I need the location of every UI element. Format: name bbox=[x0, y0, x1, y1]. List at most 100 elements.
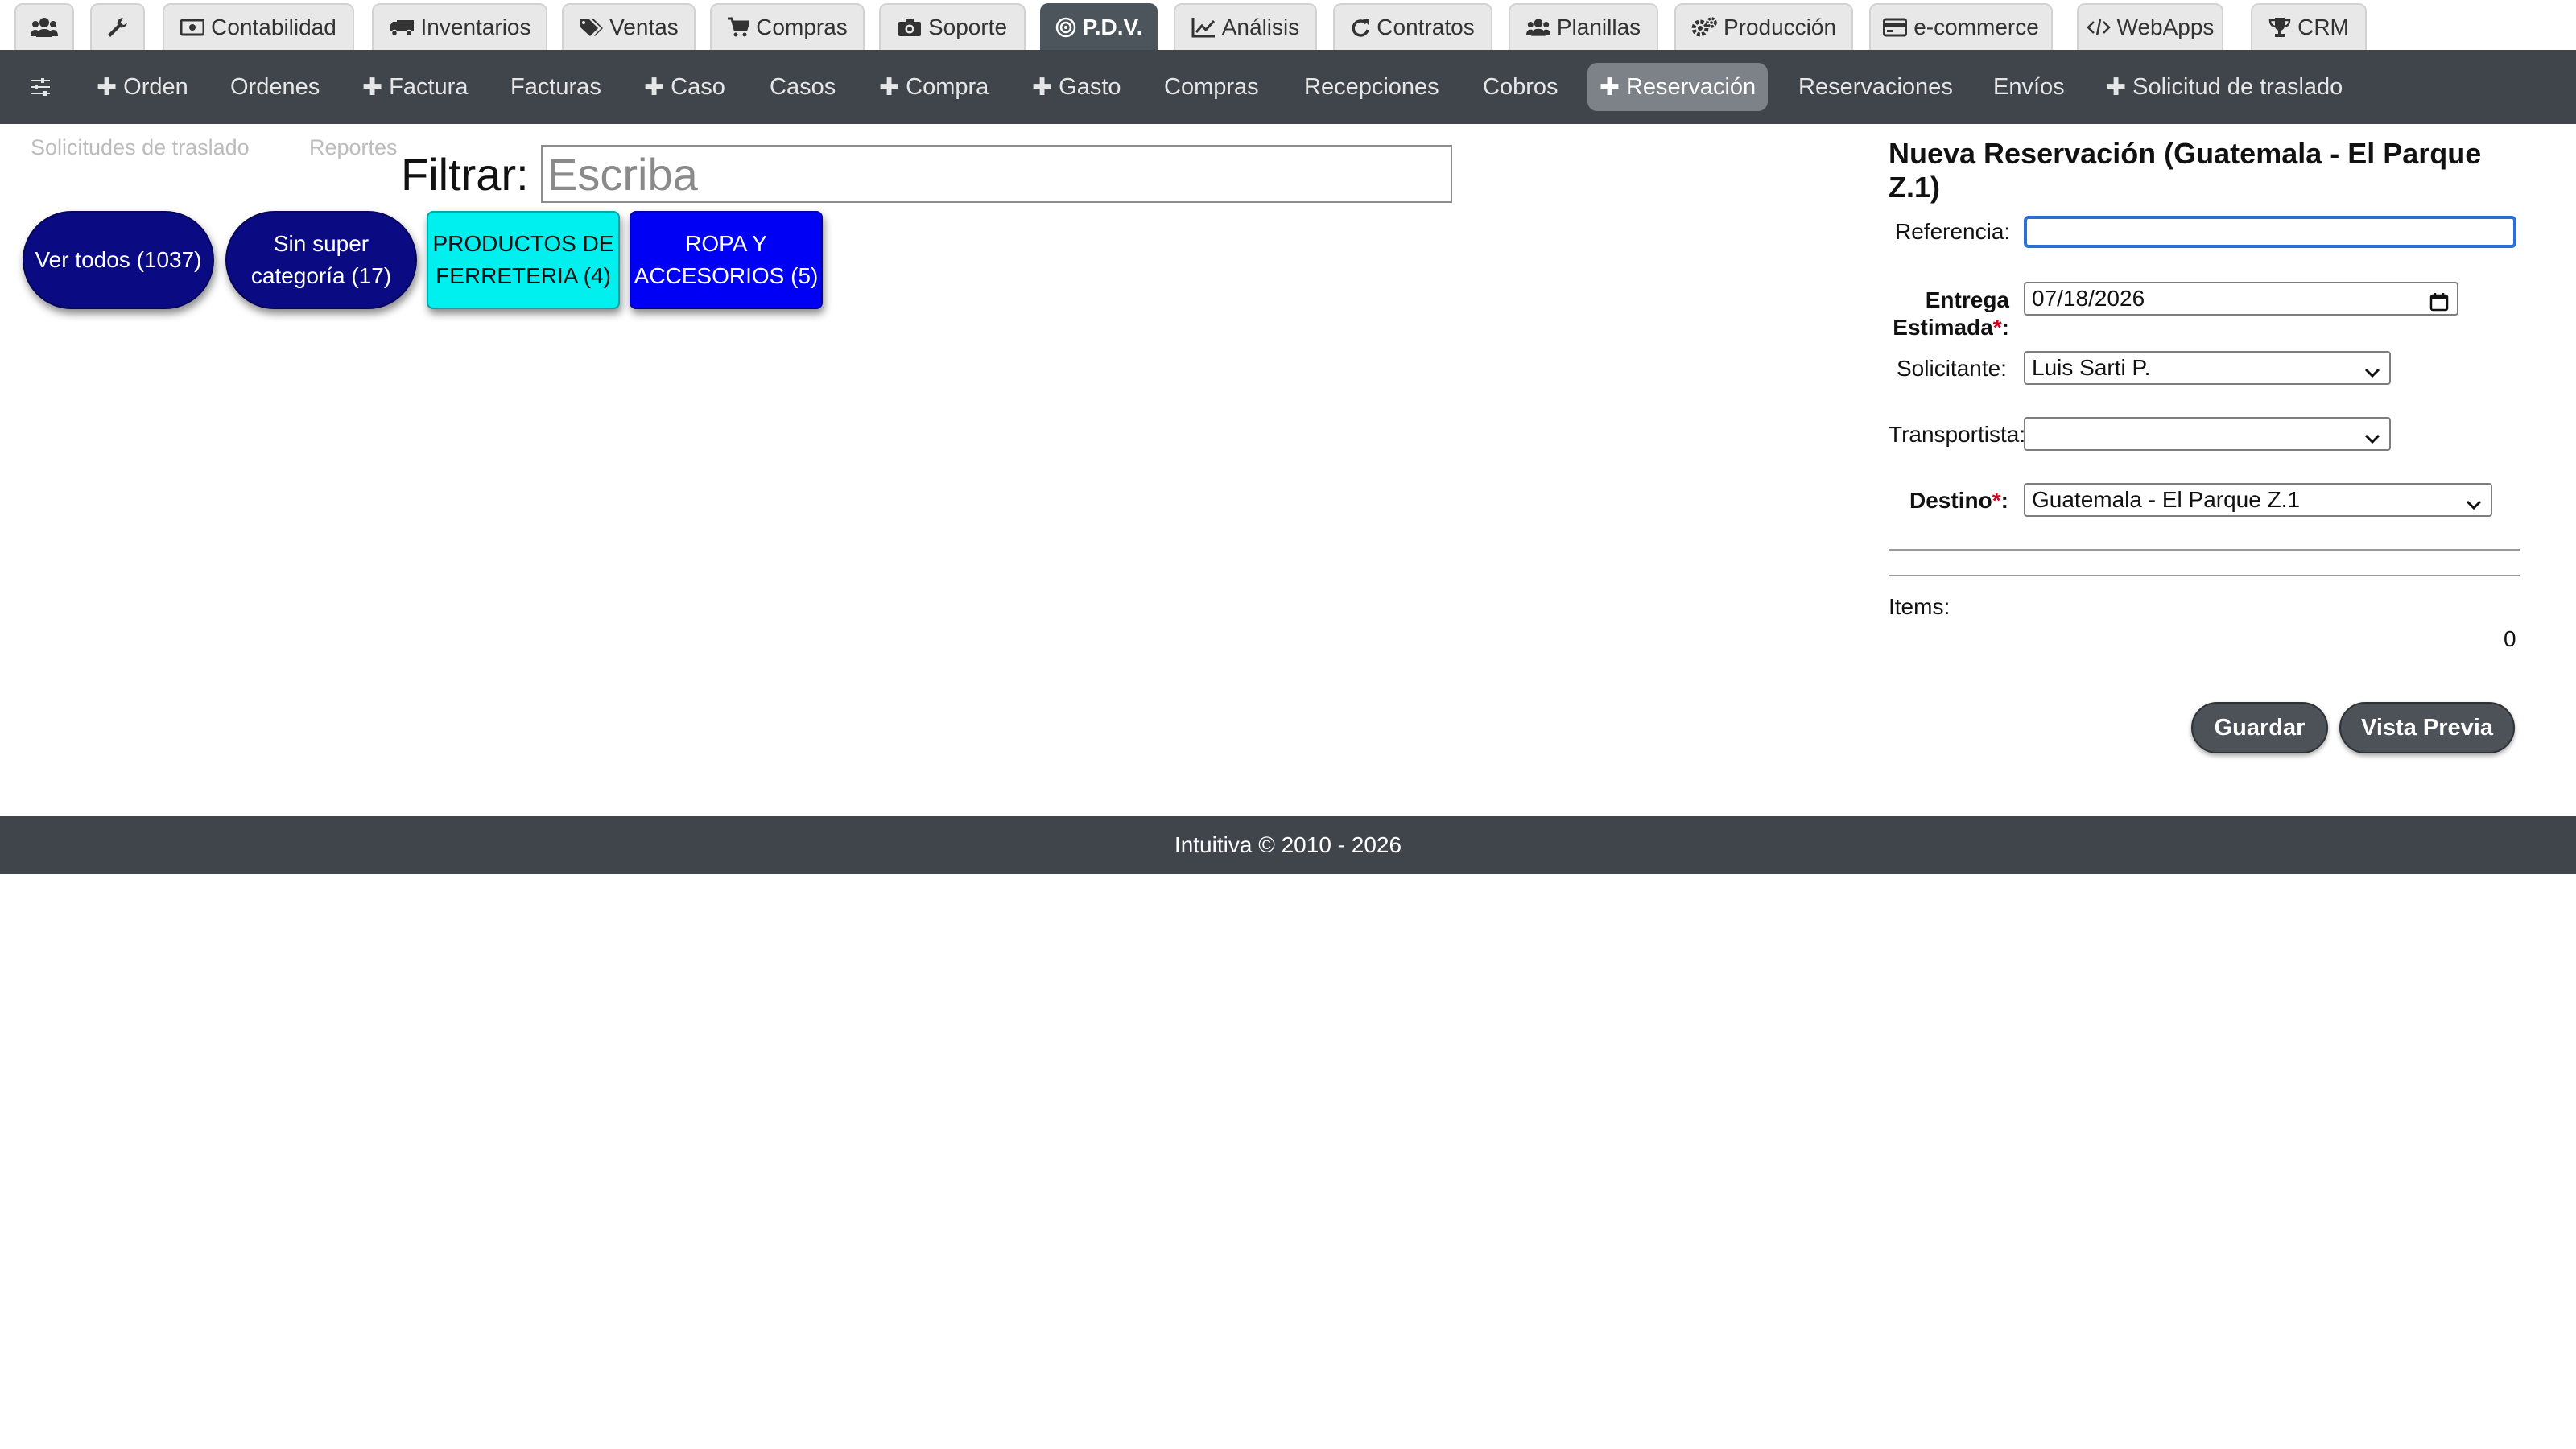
tab-pdv[interactable]: P.D.V. bbox=[1040, 3, 1158, 50]
nav-label: Factura bbox=[389, 73, 469, 100]
entrega-estimada-label: Entrega Estimada*: bbox=[1884, 287, 2009, 341]
calendar-icon[interactable] bbox=[2429, 291, 2449, 317]
nav-recepciones[interactable]: Recepciones bbox=[1304, 63, 1439, 111]
destino-label-text: Destino bbox=[1909, 488, 1992, 513]
link-solicitudes-traslado[interactable]: Solicitudes de traslado bbox=[31, 135, 250, 160]
tab-label: Planillas bbox=[1556, 14, 1641, 39]
nav-label: Reservación bbox=[1625, 73, 1757, 100]
plus-icon: ✚ bbox=[644, 73, 665, 101]
tab-crm[interactable]: CRM bbox=[2251, 3, 2367, 50]
wrench-icon bbox=[106, 16, 129, 39]
chart-icon bbox=[1191, 17, 1216, 38]
category-label: FERRETERIA (4) bbox=[436, 263, 611, 288]
nav-new-solicitud-traslado[interactable]: ✚ Solicitud de traslado bbox=[2106, 63, 2343, 111]
category-label: Ver todos (1037) bbox=[35, 247, 202, 272]
module-tab-bar: Contabilidad Inventarios Ventas Compras … bbox=[0, 0, 2576, 50]
tab-produccion[interactable]: Producción bbox=[1674, 3, 1853, 50]
tab-label: Análisis bbox=[1221, 14, 1300, 39]
nav-facturas[interactable]: Facturas bbox=[510, 63, 601, 111]
tab-contabilidad[interactable]: Contabilidad bbox=[163, 3, 354, 50]
nav-new-factura[interactable]: ✚ Factura bbox=[362, 63, 468, 111]
form-title: Nueva Reservación (Guatemala - El Parque… bbox=[1889, 137, 2482, 204]
tab-ecommerce[interactable]: e-commerce bbox=[1869, 3, 2053, 50]
nav-compras[interactable]: Compras bbox=[1164, 63, 1259, 111]
nav-casos[interactable]: Casos bbox=[770, 63, 836, 111]
destino-select[interactable]: Guatemala - El Parque Z.1 bbox=[2024, 483, 2492, 517]
transportista-label: Transportista: bbox=[1889, 422, 2026, 447]
referencia-label: Referencia: bbox=[1895, 219, 2011, 244]
tab-inventarios[interactable]: Inventarios bbox=[372, 3, 547, 50]
trophy-icon bbox=[2268, 17, 2291, 38]
link-reportes[interactable]: Reportes bbox=[309, 135, 398, 160]
nav-label: Orden bbox=[123, 73, 188, 100]
category-ropa-accesorios[interactable]: ROPA Y ACCESORIOS (5) bbox=[630, 211, 823, 309]
category-productos-ferreteria[interactable]: PRODUCTOS DE FERRETERIA (4) bbox=[427, 211, 620, 309]
nav-label: Gasto bbox=[1059, 73, 1121, 100]
refresh-icon bbox=[1351, 17, 1370, 38]
plus-icon: ✚ bbox=[362, 73, 383, 101]
vista-previa-button[interactable]: Vista Previa bbox=[2339, 702, 2515, 753]
nav-options-toggle[interactable] bbox=[29, 63, 52, 111]
nav-new-gasto[interactable]: ✚ Gasto bbox=[1032, 63, 1121, 111]
solicitante-label: Solicitante: bbox=[1897, 356, 2007, 381]
tab-soporte[interactable]: Soporte bbox=[879, 3, 1026, 50]
items-label: Items: bbox=[1889, 594, 1951, 619]
tab-label: Ventas bbox=[609, 14, 679, 39]
tab-analisis[interactable]: Análisis bbox=[1174, 3, 1317, 50]
footer: Intuitiva © 2010 - 2026 bbox=[0, 816, 2576, 874]
referencia-input[interactable] bbox=[2024, 216, 2516, 248]
form-divider bbox=[1889, 549, 2520, 551]
nav-reservaciones[interactable]: Reservaciones bbox=[1798, 63, 1953, 111]
filter-input[interactable] bbox=[541, 145, 1452, 203]
tab-label: Producción bbox=[1723, 14, 1837, 39]
category-label: ACCESORIOS (5) bbox=[634, 263, 819, 288]
required-mark: * bbox=[1992, 488, 2001, 513]
sliders-icon bbox=[29, 76, 52, 97]
plus-icon: ✚ bbox=[879, 73, 900, 101]
tab-contratos[interactable]: Contratos bbox=[1333, 3, 1492, 50]
transportista-select[interactable] bbox=[2024, 417, 2391, 451]
entrega-label-line1: Entrega bbox=[1925, 287, 2009, 312]
guardar-button[interactable]: Guardar bbox=[2191, 702, 2328, 753]
tab-users[interactable] bbox=[14, 3, 74, 50]
label-colon: : bbox=[2000, 488, 2008, 513]
nav-label: Compras bbox=[1164, 73, 1259, 100]
nav-label: Solicitud de traslado bbox=[2132, 73, 2343, 100]
footer-copyright: Intuitiva © 2010 - 2026 bbox=[1174, 832, 1402, 857]
plus-icon: ✚ bbox=[2106, 73, 2127, 101]
nav-new-compra[interactable]: ✚ Compra bbox=[879, 63, 989, 111]
tab-ventas[interactable]: Ventas bbox=[562, 3, 696, 50]
pdv-action-nav: ✚ Orden Ordenes ✚ Factura Facturas ✚ Caso C… bbox=[0, 50, 2576, 124]
tab-label: WebApps bbox=[2116, 14, 2215, 39]
entrega-estimada-date-input[interactable]: 07/18/2026 bbox=[2024, 282, 2458, 316]
tab-label: Contabilidad bbox=[211, 14, 336, 39]
tags-icon bbox=[579, 17, 604, 38]
tab-settings[interactable] bbox=[90, 3, 145, 50]
cart-icon bbox=[727, 17, 750, 38]
nav-label: Reservaciones bbox=[1798, 73, 1953, 100]
nav-cobros[interactable]: Cobros bbox=[1483, 63, 1558, 111]
category-label: ROPA Y bbox=[685, 231, 767, 256]
category-sin-super-categoria[interactable]: Sin super categoría (17) bbox=[225, 211, 417, 309]
plus-icon: ✚ bbox=[1599, 73, 1620, 101]
tab-label: Compras bbox=[756, 14, 848, 39]
nav-envios[interactable]: Envíos bbox=[1993, 63, 2065, 111]
solicitante-select[interactable]: Luis Sarti P. bbox=[2024, 351, 2391, 385]
category-ver-todos[interactable]: Ver todos (1037) bbox=[23, 211, 214, 309]
chevron-down-icon bbox=[2465, 493, 2483, 518]
code-icon bbox=[2086, 18, 2111, 37]
credit-card-icon bbox=[1883, 18, 1908, 37]
nav-label: Ordenes bbox=[230, 73, 320, 100]
category-label: categoría (17) bbox=[250, 263, 392, 288]
nav-new-caso[interactable]: ✚ Caso bbox=[644, 63, 725, 111]
users-icon bbox=[1525, 18, 1550, 37]
tab-planillas[interactable]: Planillas bbox=[1509, 3, 1658, 50]
nav-ordenes[interactable]: Ordenes bbox=[230, 63, 320, 111]
chevron-down-icon bbox=[2363, 427, 2381, 452]
tab-compras[interactable]: Compras bbox=[710, 3, 865, 50]
nav-new-reservacion[interactable]: ✚ Reservación bbox=[1587, 63, 1768, 111]
tab-label: Contratos bbox=[1377, 14, 1475, 39]
entrega-date-value: 07/18/2026 bbox=[2032, 286, 2145, 311]
nav-new-orden[interactable]: ✚ Orden bbox=[97, 63, 188, 111]
tab-webapps[interactable]: WebApps bbox=[2077, 3, 2223, 50]
